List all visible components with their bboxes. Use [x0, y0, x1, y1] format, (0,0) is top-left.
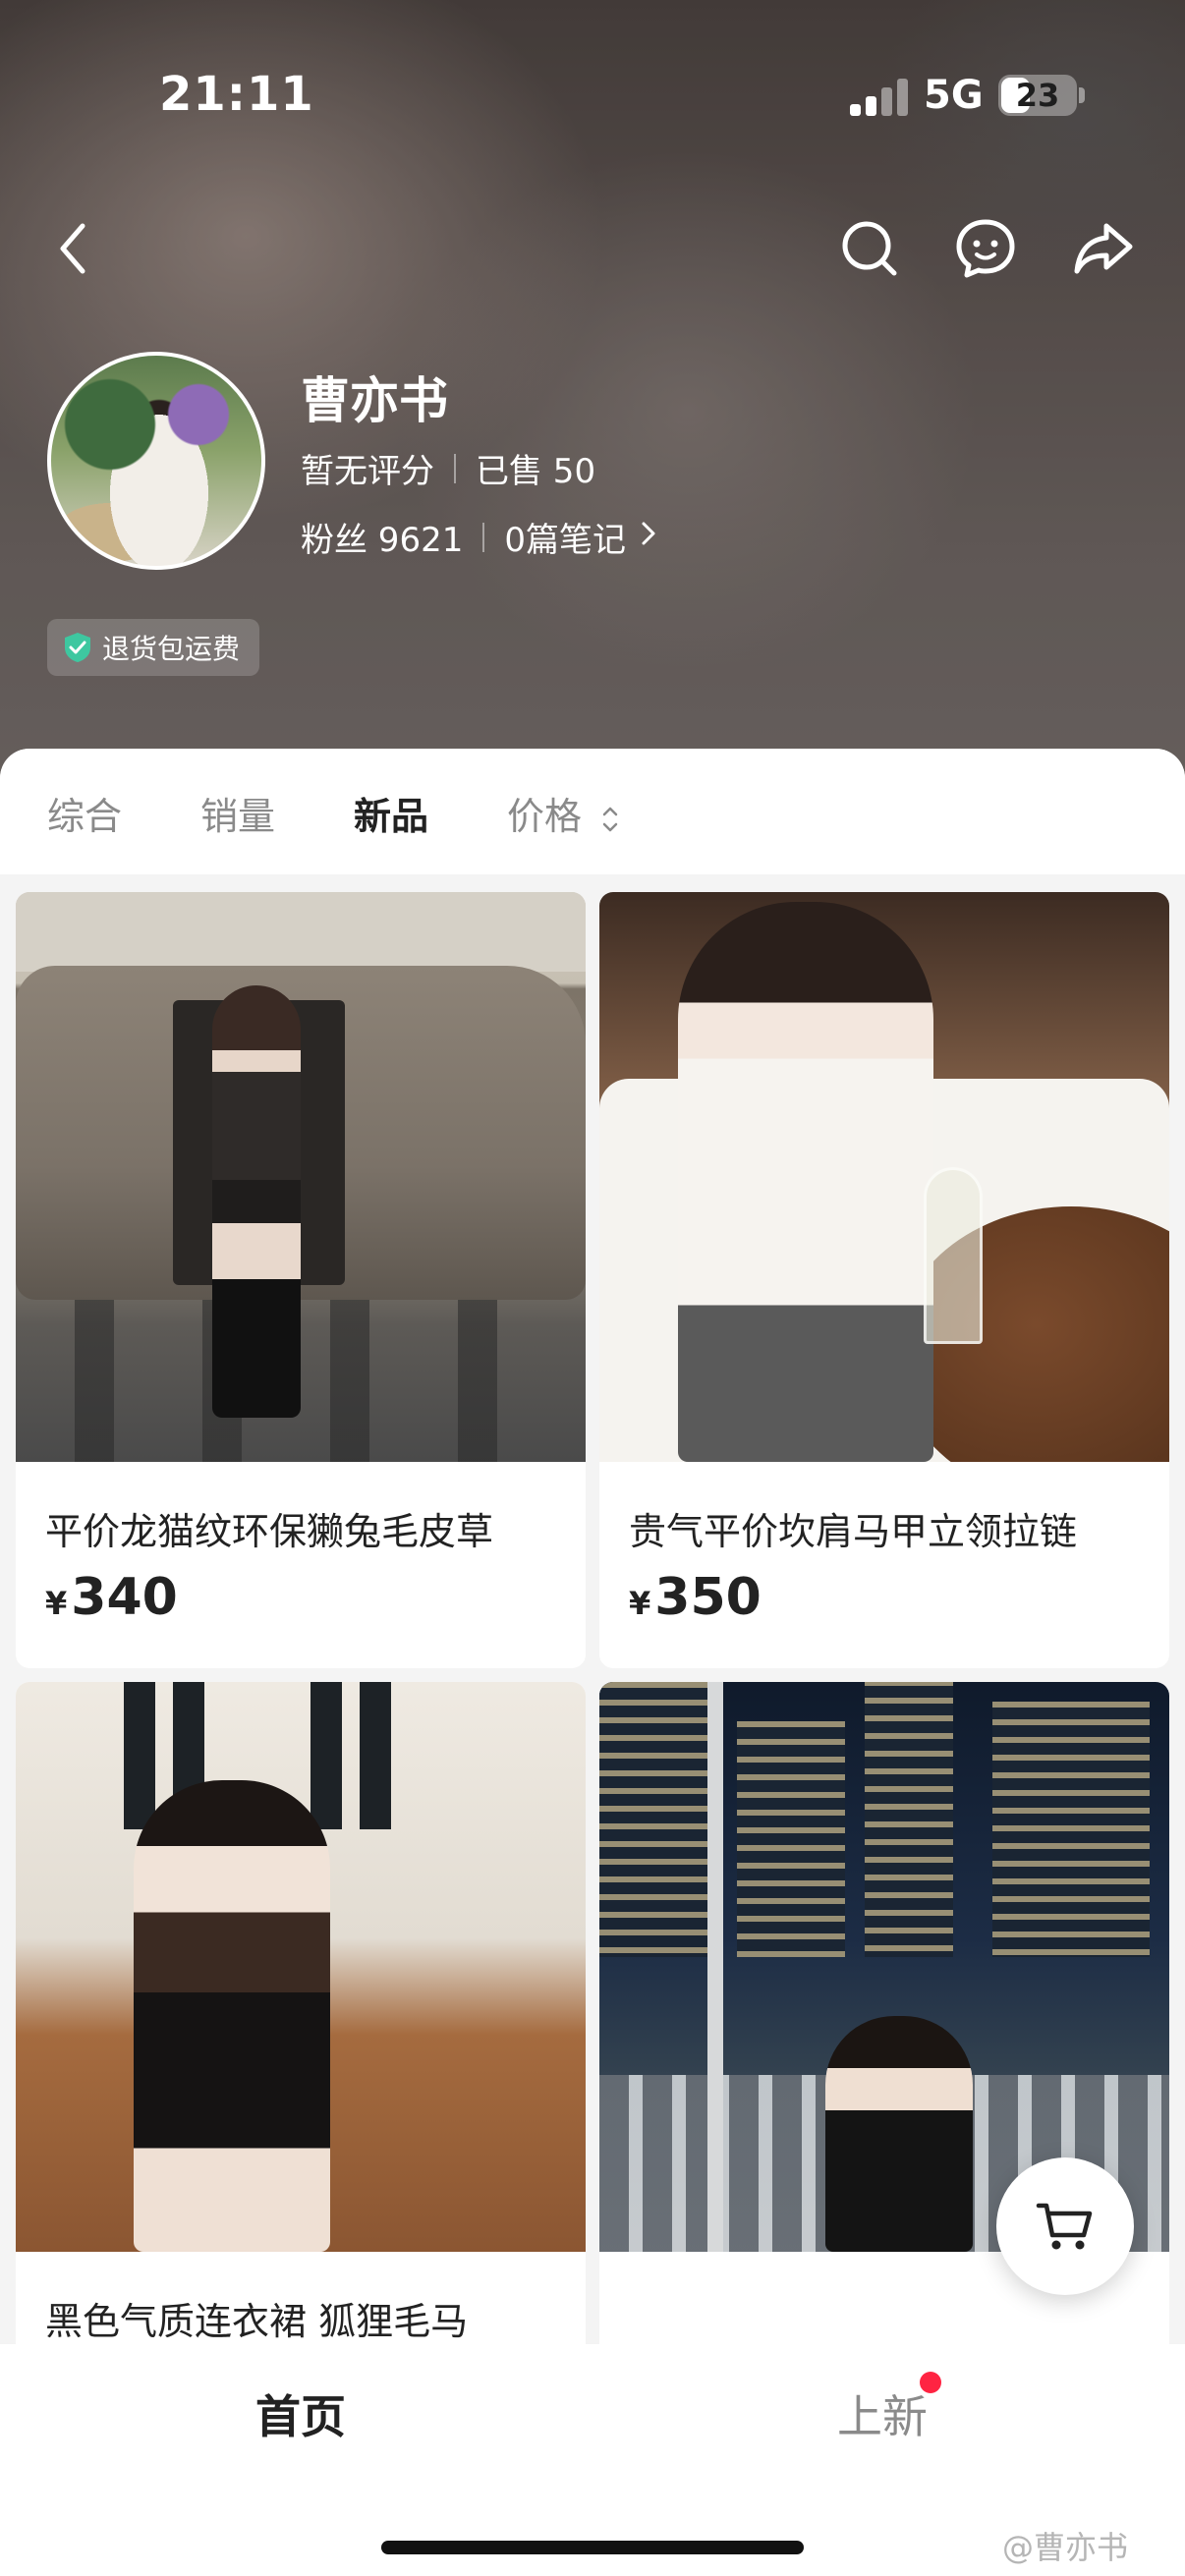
sort-arrows-icon	[602, 807, 618, 831]
free-return-badge: 退货包运费	[47, 619, 260, 676]
battery-level: 23	[1015, 77, 1060, 114]
product-price: ¥340	[45, 1568, 178, 1627]
sort-tab-price-label: 价格	[507, 795, 583, 838]
battery-tip	[1079, 87, 1085, 103]
shop-social-row[interactable]: 粉丝 9621 0篇笔记	[301, 513, 657, 561]
price-amount: 340	[71, 1568, 178, 1627]
battery-icon: 23	[998, 75, 1077, 116]
shop-followers: 粉丝 9621	[301, 521, 464, 560]
product-title: 平价龙猫纹环保獭兔毛皮草	[45, 1510, 494, 1553]
product-card[interactable]: 平价龙猫纹环保獭兔毛皮草 ¥340	[16, 892, 586, 1668]
share-icon[interactable]	[1069, 214, 1138, 283]
product-title: 黑色气质连衣裙 狐狸毛马	[45, 2300, 469, 2343]
home-indicator[interactable]	[381, 2541, 804, 2554]
shop-page: 21:11 5G 23 曹亦书 暂无评分 已售 50 粉丝 9621 0篇笔记	[0, 0, 1185, 2576]
shop-name: 曹亦书	[301, 372, 448, 429]
cart-button[interactable]	[996, 2157, 1134, 2295]
divider	[482, 522, 485, 552]
currency-symbol: ¥	[629, 1585, 651, 1622]
signal-icon	[850, 77, 909, 116]
back-arrow-icon[interactable]	[39, 214, 108, 283]
tab-home[interactable]: 首页	[255, 2381, 346, 2446]
product-card[interactable]: 黑色气质连衣裙 狐狸毛马	[16, 1682, 586, 2370]
currency-symbol: ¥	[45, 1585, 68, 1622]
price-amount: 350	[654, 1568, 762, 1627]
product-card[interactable]: 贵气平价坎肩马甲立领拉链 ¥350	[599, 892, 1169, 1668]
sort-tab-price[interactable]: 价格	[507, 786, 619, 840]
notification-dot	[920, 2372, 941, 2393]
shield-check-icon	[65, 633, 90, 662]
divider	[454, 453, 456, 483]
shop-avatar[interactable]	[47, 352, 265, 570]
shop-notes[interactable]: 0篇笔记	[504, 513, 626, 561]
status-time: 21:11	[159, 67, 314, 122]
product-price: ¥350	[629, 1568, 762, 1627]
badge-label: 退货包运费	[102, 633, 241, 665]
sort-tab-new[interactable]: 新品	[354, 786, 428, 840]
watermark: @曹亦书	[1002, 2529, 1129, 2566]
tab-new-arrivals[interactable]: 上新	[837, 2381, 928, 2446]
product-image	[16, 1682, 586, 2252]
sort-tab-sales[interactable]: 销量	[200, 786, 275, 840]
search-icon[interactable]	[835, 214, 904, 283]
sort-tab-comprehensive[interactable]: 综合	[47, 786, 122, 840]
network-label: 5G	[924, 73, 984, 118]
product-image	[599, 892, 1169, 1462]
chat-bubble-icon[interactable]	[951, 214, 1020, 283]
chevron-right-icon	[640, 518, 657, 557]
cart-icon	[1036, 2203, 1093, 2250]
shop-sold-count: 已售 50	[476, 452, 596, 491]
shop-rating: 暂无评分	[301, 452, 434, 491]
product-title: 贵气平价坎肩马甲立领拉链	[629, 1510, 1078, 1553]
product-image	[16, 892, 586, 1462]
shop-stats-row: 暂无评分 已售 50	[301, 444, 595, 492]
